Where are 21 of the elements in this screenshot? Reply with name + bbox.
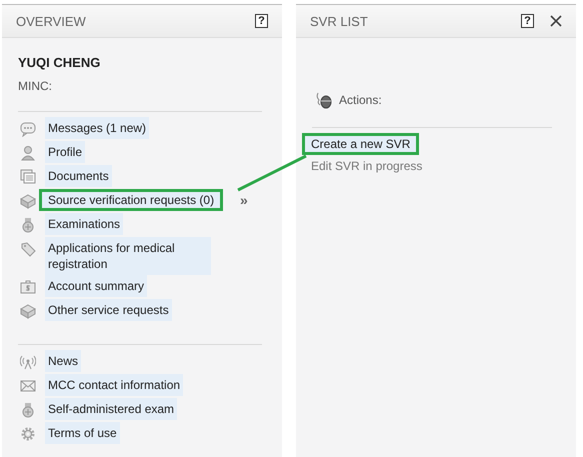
menu-link[interactable]: Documents xyxy=(45,165,112,187)
menu-link[interactable]: Profile xyxy=(45,141,86,163)
menu-link[interactable]: Applications for medical registration xyxy=(45,237,211,275)
panel-title: OVERVIEW xyxy=(16,14,87,28)
minc-label: MINC: xyxy=(18,79,53,93)
menu-link[interactable]: Account summary xyxy=(45,275,148,297)
menu-link[interactable]: Examinations xyxy=(45,213,124,235)
menu-link[interactable]: Messages (1 new) xyxy=(45,117,150,139)
help-icon[interactable]: ? xyxy=(255,14,268,28)
menu-link[interactable]: Terms of use xyxy=(45,422,120,444)
menu-link[interactable]: News xyxy=(45,350,82,372)
actions-label: Actions: xyxy=(339,93,382,107)
menu-link[interactable]: Self-administered exam xyxy=(45,398,178,420)
panel-title: SVR LIST xyxy=(310,14,369,28)
menu-link[interactable]: Other service requests xyxy=(45,299,172,321)
help-icon[interactable]: ? xyxy=(521,14,534,28)
user-name: YUQI CHENG xyxy=(18,55,102,70)
action-link[interactable]: Create a new SVR xyxy=(302,133,420,155)
menu-link[interactable]: MCC contact information xyxy=(45,374,184,396)
expand-arrows[interactable]: » xyxy=(240,192,248,208)
menu-link[interactable]: Source verification requests (0) xyxy=(39,189,224,211)
